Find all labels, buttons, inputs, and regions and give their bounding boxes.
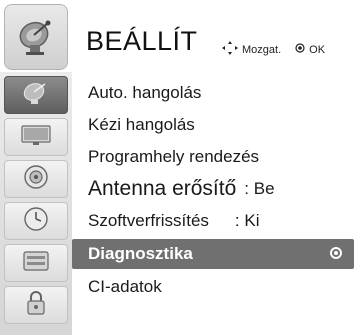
speaker-icon bbox=[23, 164, 49, 195]
menu-item-software-update[interactable]: Szoftverfrissítés : Ki bbox=[72, 206, 352, 236]
sidebar-item-time[interactable] bbox=[4, 202, 68, 240]
monitor-icon bbox=[21, 124, 51, 151]
sidebar-item-picture[interactable] bbox=[4, 118, 68, 156]
satellite-dish-icon bbox=[21, 80, 51, 111]
settings-screen: BEÁLLÍT Mozgat. OK Auto. hangolás Kézi h… bbox=[0, 0, 358, 335]
menu-item-label: CI-adatok bbox=[88, 277, 162, 296]
hint-move-label: Mozgat. bbox=[242, 43, 282, 56]
hint-ok-label: OK bbox=[309, 43, 326, 56]
menu-item-label: Antenna erősítő bbox=[88, 177, 237, 200]
menu-item-antenna-booster[interactable]: Antenna erősítő : Be bbox=[72, 174, 352, 204]
clock-icon bbox=[23, 206, 49, 237]
sidebar-item-audio[interactable] bbox=[4, 160, 68, 198]
header: BEÁLLÍT Mozgat. OK bbox=[0, 0, 358, 72]
menu-item-value: : Ki bbox=[234, 211, 260, 230]
satellite-dish-icon bbox=[4, 4, 68, 70]
menu-item-label: Programhely rendezés bbox=[88, 147, 260, 166]
settings-box-icon bbox=[22, 249, 50, 278]
ok-button-icon bbox=[295, 43, 305, 56]
lock-icon bbox=[25, 289, 47, 322]
menu-item-label: Kézi hangolás bbox=[88, 115, 195, 134]
menu-list: Auto. hangolás Kézi hangolás Programhely… bbox=[72, 72, 358, 335]
menu-item-program-edit[interactable]: Programhely rendezés bbox=[72, 142, 352, 172]
menu-item-label: Szoftverfrissítés bbox=[88, 211, 209, 230]
navigation-hint: Mozgat. OK bbox=[222, 41, 325, 58]
sidebar-item-lock[interactable] bbox=[4, 286, 68, 324]
sidebar bbox=[0, 72, 73, 335]
menu-item-value: : Be bbox=[244, 179, 275, 198]
sidebar-item-options[interactable] bbox=[4, 244, 68, 282]
menu-item-manual-tuning[interactable]: Kézi hangolás bbox=[72, 110, 352, 140]
page-title: BEÁLLÍT bbox=[86, 26, 198, 56]
menu-item-ci-info[interactable]: CI-adatok bbox=[72, 272, 352, 302]
menu-item-auto-tuning[interactable]: Auto. hangolás bbox=[72, 78, 352, 108]
menu-item-label: Auto. hangolás bbox=[88, 83, 202, 102]
menu-item-diagnostics[interactable]: Diagnosztika bbox=[72, 239, 354, 269]
selected-radio-icon bbox=[330, 247, 342, 259]
sidebar-item-setup[interactable] bbox=[4, 76, 68, 114]
menu-item-label: Diagnosztika bbox=[88, 244, 193, 263]
move-arrows-icon bbox=[222, 41, 238, 58]
